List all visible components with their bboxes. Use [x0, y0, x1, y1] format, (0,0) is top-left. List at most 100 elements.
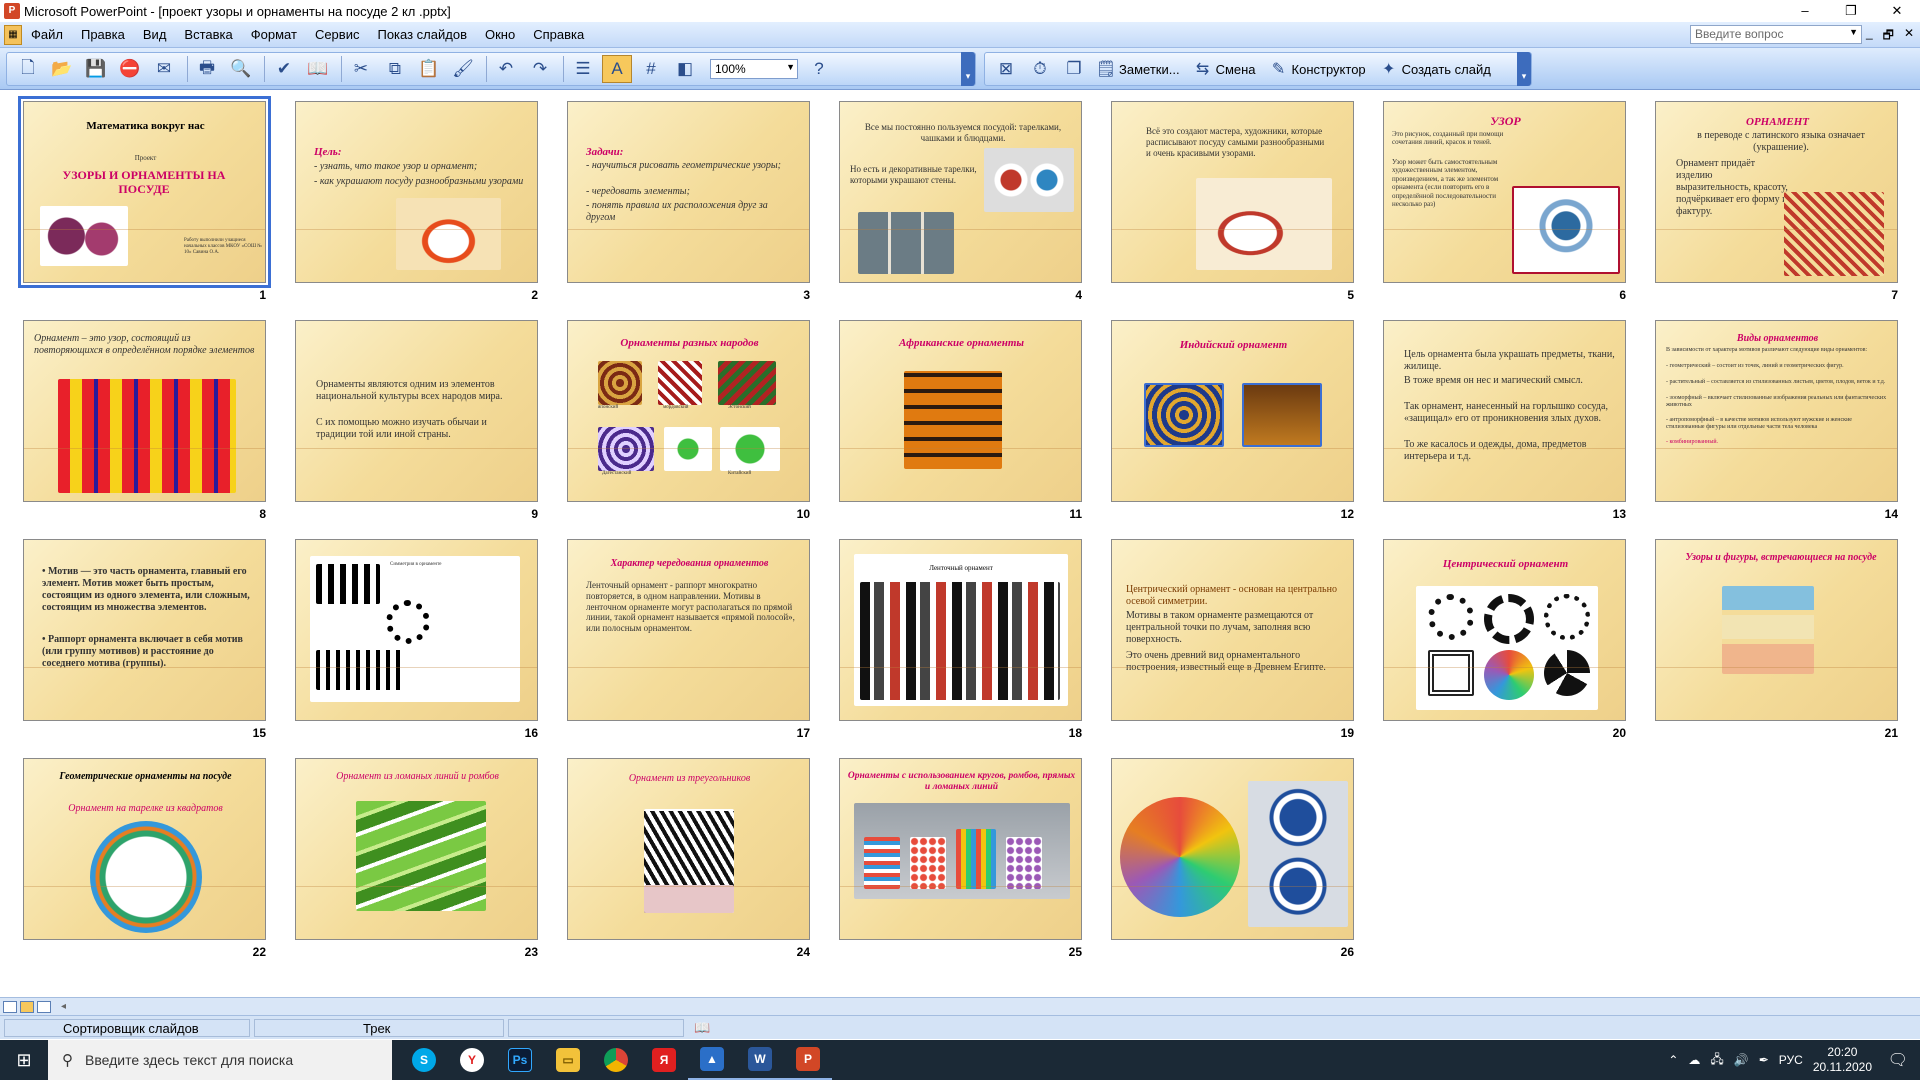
taskbar-clock[interactable]: 20:20 20.11.2020	[1813, 1045, 1872, 1075]
yandex-browser-app-icon[interactable]: Y	[448, 1040, 496, 1080]
menu-insert[interactable]: Вставка	[175, 27, 241, 42]
slide-thumbnail-7[interactable]: ОРНАМЕНТ в переводе с латинского языка о…	[1655, 101, 1898, 283]
chrome-app-icon[interactable]	[592, 1040, 640, 1080]
menu-view[interactable]: Вид	[134, 27, 176, 42]
input-language[interactable]: РУС	[1779, 1053, 1803, 1067]
slide-sorter-view-button[interactable]	[20, 1000, 34, 1013]
print-preview-icon[interactable]: 🔍	[226, 55, 256, 83]
powerpoint-taskbar-icon[interactable]: P	[784, 1040, 832, 1080]
normal-view-button[interactable]	[3, 1000, 17, 1013]
menu-help[interactable]: Справка	[524, 27, 593, 42]
spelling-status-icon[interactable]: 📖	[694, 1020, 710, 1036]
help-question-input[interactable]: Введите вопрос ▼	[1690, 25, 1862, 44]
slide-thumbnail-12[interactable]: Индийский орнамент	[1111, 320, 1354, 502]
slideshow-view-button[interactable]	[37, 1000, 51, 1013]
undo-icon[interactable]: ↶	[491, 55, 521, 83]
color-grayscale-icon[interactable]: ◧	[670, 55, 700, 83]
grid-icon[interactable]: #	[636, 55, 666, 83]
new-document-icon[interactable]: 🗋	[13, 55, 43, 83]
slide-thumbnail-19[interactable]: Центрический орнамент - основан на центр…	[1111, 539, 1354, 721]
expand-all-icon[interactable]: ☰	[568, 55, 598, 83]
redo-icon[interactable]: ↷	[525, 55, 555, 83]
permission-icon[interactable]: ⛔	[115, 55, 145, 83]
hide-slide-icon[interactable]: ⊠	[991, 55, 1021, 83]
toolbar-options-icon[interactable]: ▾	[1517, 52, 1531, 86]
chevron-up-icon[interactable]: ⌃	[1668, 1053, 1678, 1067]
menu-window[interactable]: Окно	[476, 27, 524, 42]
chevron-down-icon[interactable]: ▼	[786, 62, 795, 72]
network-icon[interactable]: 🖧	[1710, 1050, 1723, 1071]
slide-thumbnail-11[interactable]: Африканские орнаменты	[839, 320, 1082, 502]
document-icon[interactable]: ▦	[4, 24, 22, 45]
notes-button[interactable]: 🗒 Заметки...	[1093, 57, 1180, 81]
cut-icon[interactable]: ✂	[346, 55, 376, 83]
slide-thumbnail-17[interactable]: Характер чередования орнаментов Ленточны…	[567, 539, 810, 721]
menu-slideshow[interactable]: Показ слайдов	[368, 27, 476, 42]
email-icon[interactable]: ✉	[149, 55, 179, 83]
slide-thumbnail-9[interactable]: Орнаменты являются одним из элементов на…	[295, 320, 538, 502]
maximize-button[interactable]: ❐	[1828, 0, 1874, 22]
slide-thumbnail-3[interactable]: Задачи: - научиться рисовать геометричес…	[567, 101, 810, 283]
slide-thumbnail-20[interactable]: Центрический орнамент	[1383, 539, 1626, 721]
rehearse-timings-icon[interactable]: ⏱	[1025, 55, 1055, 83]
save-icon[interactable]: 💾	[81, 55, 111, 83]
powerpoint-app-icon[interactable]: P	[4, 3, 20, 19]
format-painter-icon[interactable]: 🖌	[448, 55, 478, 83]
slide-thumbnail-18[interactable]: Ленточный орнамент	[839, 539, 1082, 721]
pinned-app-icon[interactable]: ▲	[688, 1040, 736, 1080]
help-icon[interactable]: ?	[804, 55, 834, 83]
menu-edit[interactable]: Правка	[72, 27, 134, 42]
pen-icon[interactable]: ✒	[1759, 1053, 1769, 1067]
doc-minimize-button[interactable]: _	[1866, 26, 1873, 47]
new-slide-button[interactable]: ✦ Создать слайд	[1376, 57, 1491, 81]
print-icon[interactable]: 🖶	[192, 55, 222, 83]
close-button[interactable]: ✕	[1874, 0, 1920, 22]
slide-thumbnail-1[interactable]: Математика вокруг нас Проект УЗОРЫ И ОРН…	[18, 96, 271, 288]
doc-restore-button[interactable]: 🗗	[1883, 26, 1894, 47]
slide-thumbnail-23[interactable]: Орнамент из ломаных линий и ромбов	[295, 758, 538, 940]
menu-format[interactable]: Формат	[242, 27, 306, 42]
toolbar-options-icon[interactable]: ▾	[961, 52, 975, 86]
slide-thumbnail-21[interactable]: Узоры и фигуры, встречающиеся на посуде	[1655, 539, 1898, 721]
volume-icon[interactable]: 🔊	[1734, 1053, 1749, 1067]
slide-thumbnail-16[interactable]: Симметрия в орнаменте	[295, 539, 538, 721]
word-app-icon[interactable]: W	[736, 1040, 784, 1080]
skype-app-icon[interactable]: S	[400, 1040, 448, 1080]
summary-slide-icon[interactable]: ❐	[1059, 55, 1089, 83]
slide-thumbnail-22[interactable]: Геометрические орнаменты на посуде Орнам…	[23, 758, 266, 940]
slide-sorter-pane[interactable]: Математика вокруг нас Проект УЗОРЫ И ОРН…	[0, 91, 1920, 997]
slide-thumbnail-5[interactable]: Всё это создают мастера, художники, кото…	[1111, 101, 1354, 283]
slide-thumbnail-14[interactable]: Виды орнаментов В зависимости от характе…	[1655, 320, 1898, 502]
menu-file[interactable]: Файл	[22, 27, 72, 42]
slide-thumbnail-2[interactable]: Цель: - узнать, что такое узор и орнамен…	[295, 101, 538, 283]
notifications-icon[interactable]: 🗨	[1888, 1050, 1908, 1070]
chevron-down-icon[interactable]: ▼	[1849, 27, 1858, 37]
minimize-button[interactable]: –	[1782, 0, 1828, 22]
yandex-app-icon[interactable]: Я	[640, 1040, 688, 1080]
transition-button[interactable]: ⇆ Смена	[1190, 57, 1256, 81]
slide-thumbnail-4[interactable]: Все мы постоянно пользуемся посудой: тар…	[839, 101, 1082, 283]
taskbar-search-box[interactable]: ⚲ Введите здесь текст для поиска	[48, 1040, 392, 1080]
doc-close-button[interactable]: ✕	[1904, 26, 1914, 47]
file-explorer-app-icon[interactable]: ▭	[544, 1040, 592, 1080]
photoshop-app-icon[interactable]: Ps	[496, 1040, 544, 1080]
slide-thumbnail-10[interactable]: Орнаменты разных народов японский мордов…	[567, 320, 810, 502]
slide-thumbnail-24[interactable]: Орнамент из треугольников	[567, 758, 810, 940]
slide-thumbnail-15[interactable]: • Мотив — это часть орнамента, главный е…	[23, 539, 266, 721]
slide-thumbnail-25[interactable]: Орнаменты с использованием кругов, ромбо…	[839, 758, 1082, 940]
windows-start-icon[interactable]: ⊞	[0, 1040, 48, 1080]
onedrive-icon[interactable]: ☁	[1688, 1053, 1700, 1067]
slide-thumbnail-26[interactable]	[1111, 758, 1354, 940]
research-icon[interactable]: 📖	[303, 55, 333, 83]
menu-tools[interactable]: Сервис	[306, 27, 369, 42]
slide-thumbnail-13[interactable]: Цель орнамента была украшать предметы, т…	[1383, 320, 1626, 502]
paste-icon[interactable]: 📋	[414, 55, 444, 83]
open-folder-icon[interactable]: 📂	[47, 55, 77, 83]
zoom-select[interactable]: 100% ▼	[710, 59, 798, 79]
slide-thumbnail-8[interactable]: Орнамент – это узор, состоящий из повтор…	[23, 320, 266, 502]
designer-button[interactable]: ✎ Конструктор	[1266, 57, 1366, 81]
slide-thumbnail-6[interactable]: УЗОР Это рисунок, созданный при помощи с…	[1383, 101, 1626, 283]
spelling-icon[interactable]: ✔	[269, 55, 299, 83]
scroll-left-icon[interactable]: ◂	[61, 1001, 66, 1012]
copy-icon[interactable]: ⧉	[380, 55, 410, 83]
